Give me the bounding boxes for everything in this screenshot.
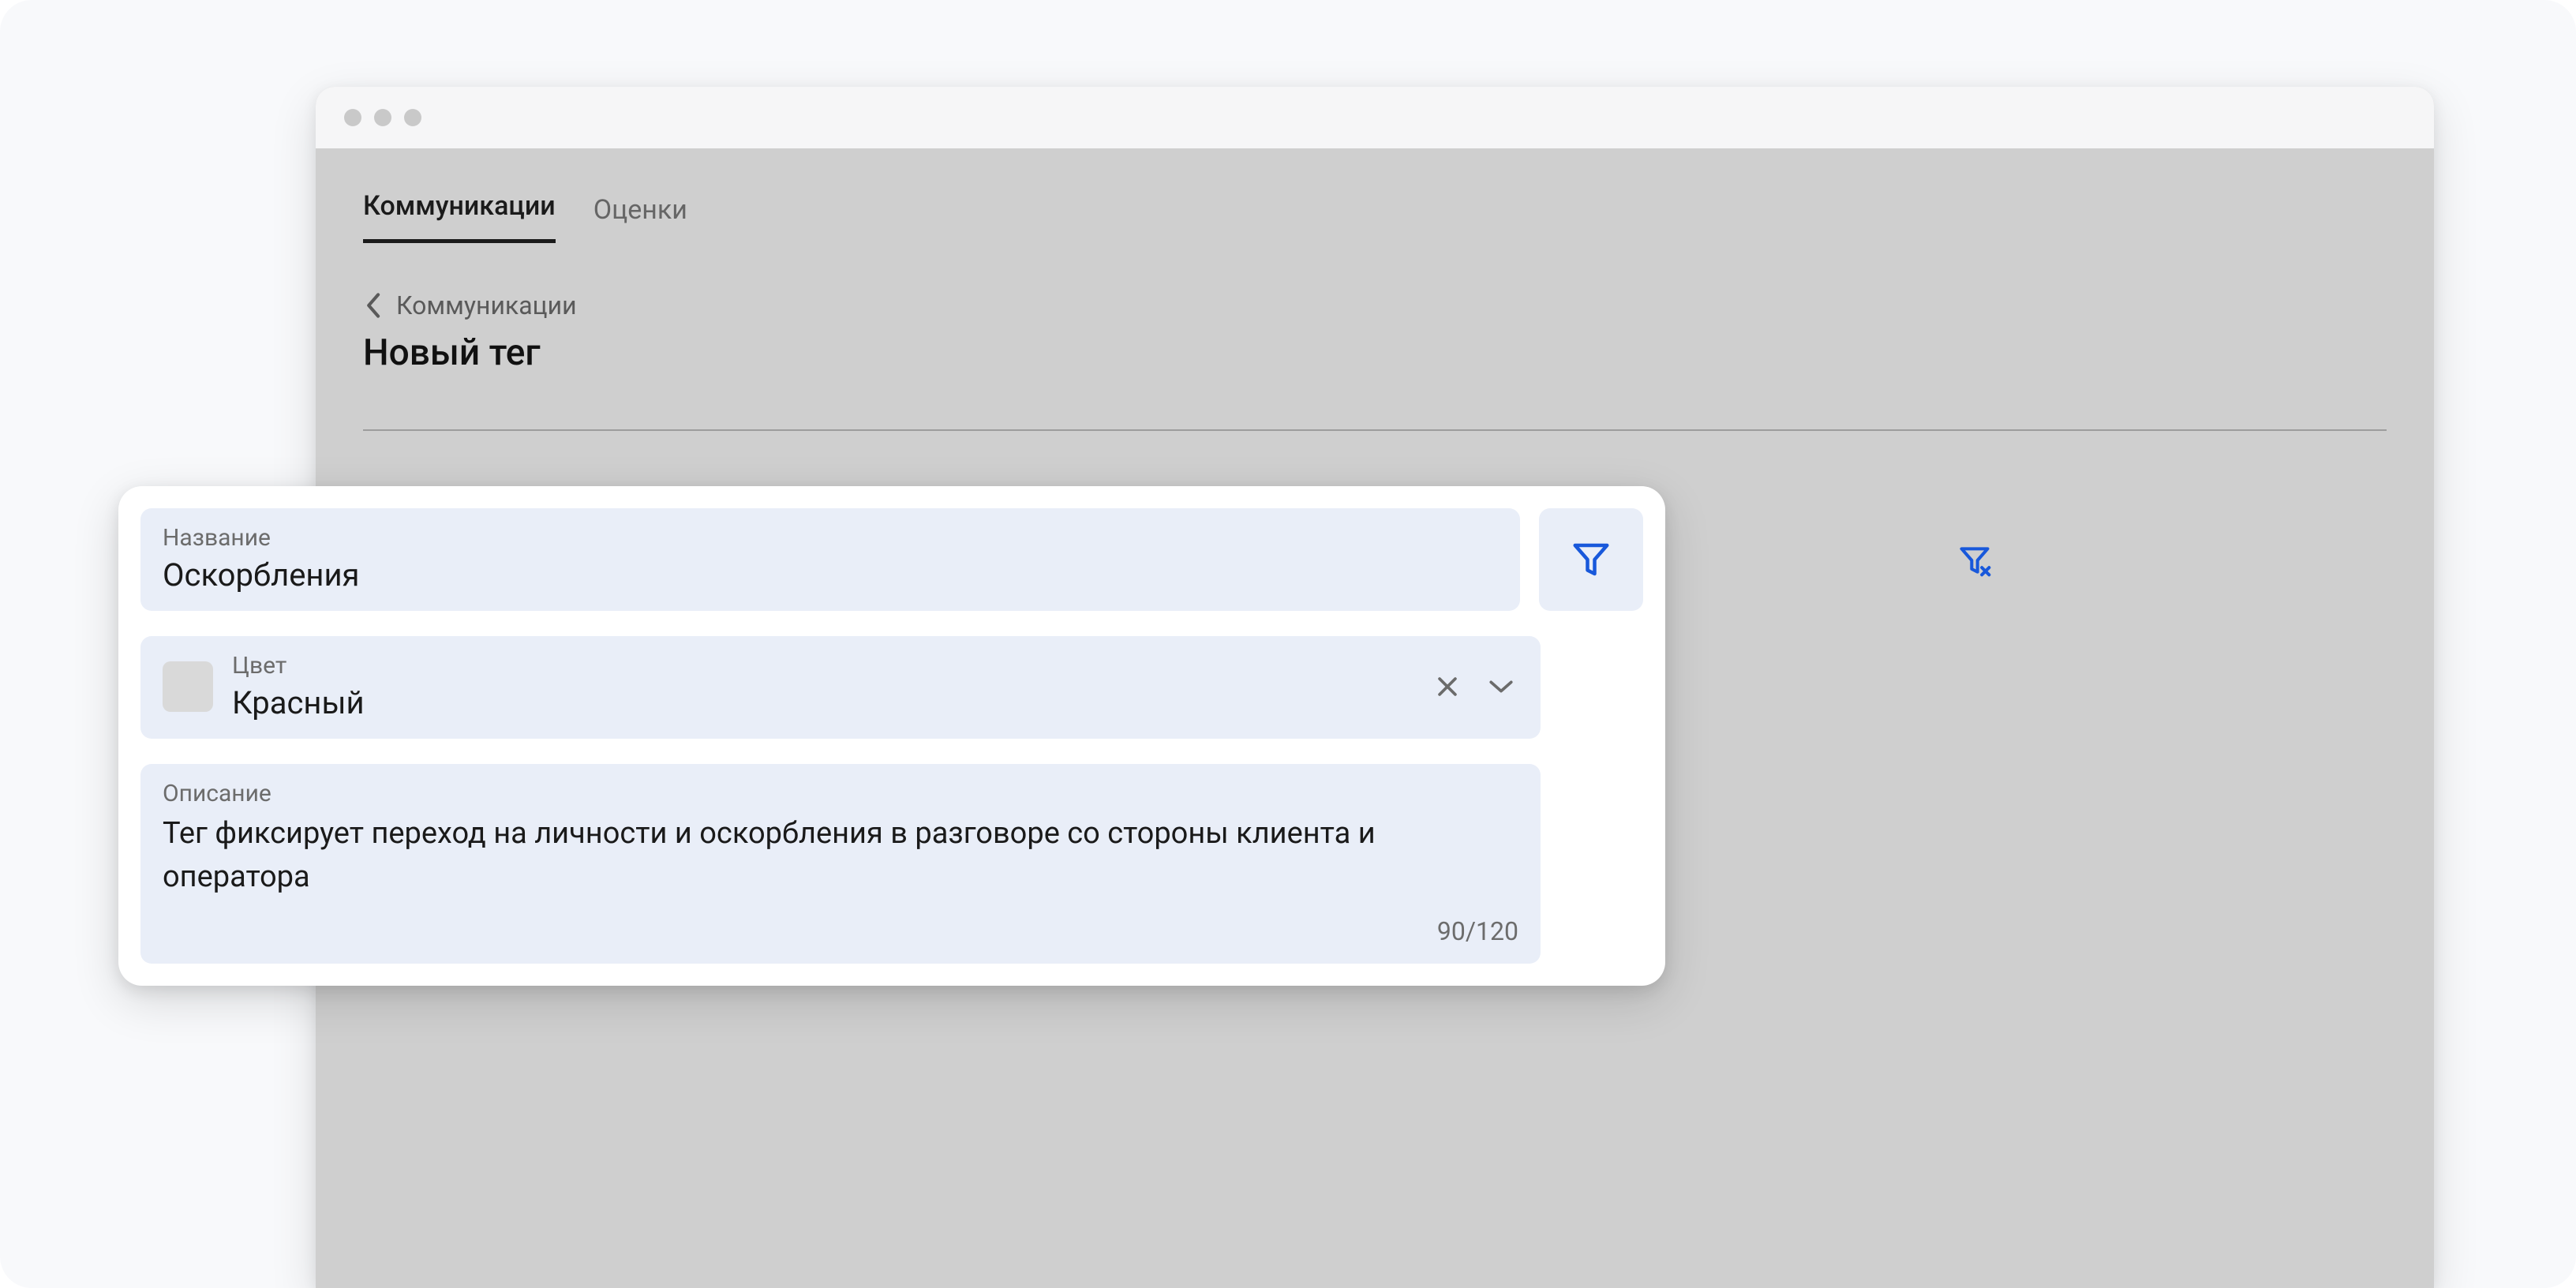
breadcrumb-label: Коммуникации — [396, 290, 577, 320]
color-value: Красный — [232, 684, 1411, 721]
open-color-dropdown[interactable] — [1484, 669, 1518, 704]
breadcrumb[interactable]: Коммуникации — [316, 243, 2434, 320]
name-row: Название Оскорбления — [140, 508, 1643, 611]
name-field[interactable]: Название Оскорбления — [140, 508, 1520, 611]
name-label: Название — [163, 524, 1498, 552]
color-label: Цвет — [232, 652, 1411, 680]
page-title: Новый тег — [316, 320, 2434, 398]
description-value: Тег фиксирует переход на личности и оско… — [163, 812, 1518, 899]
color-text-block: Цвет Красный — [232, 652, 1411, 721]
color-swatch — [163, 661, 213, 712]
description-counter: 90/120 — [163, 916, 1518, 946]
filter-icon — [1570, 538, 1612, 581]
traffic-light-close[interactable] — [344, 109, 361, 126]
traffic-light-minimize[interactable] — [374, 109, 391, 126]
window-titlebar — [316, 87, 2434, 148]
color-field[interactable]: Цвет Красный — [140, 636, 1541, 739]
chevron-left-icon — [363, 294, 385, 316]
close-icon — [1434, 673, 1461, 700]
filter-clear-button[interactable] — [1957, 543, 1992, 578]
traffic-light-zoom[interactable] — [404, 109, 421, 126]
chevron-down-icon — [1488, 677, 1515, 696]
name-value: Оскорбления — [163, 556, 1498, 593]
app-stage: Коммуникации Оценки Коммуникации Новый т… — [0, 0, 2576, 1288]
tab-communications[interactable]: Коммуникации — [363, 190, 556, 243]
description-label: Описание — [163, 780, 1518, 807]
divider — [363, 429, 2387, 431]
tabs-bar: Коммуникации Оценки — [316, 148, 2434, 243]
tab-ratings[interactable]: Оценки — [593, 194, 687, 243]
clear-color-button[interactable] — [1430, 669, 1465, 704]
tag-edit-modal: Название Оскорбления Цвет Красный — [118, 486, 1665, 986]
description-field[interactable]: Описание Тег фиксирует переход на личнос… — [140, 764, 1541, 964]
filter-button[interactable] — [1539, 508, 1643, 611]
